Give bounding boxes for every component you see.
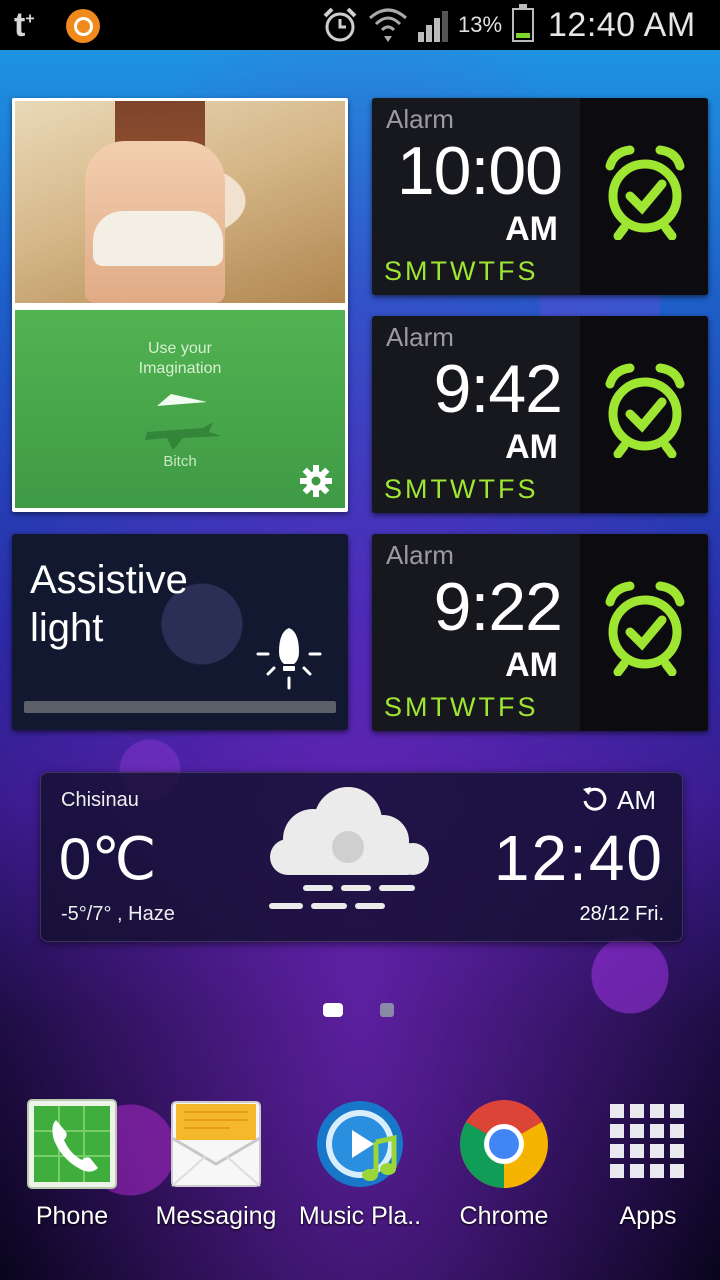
signal-icon [418,11,448,42]
weather-details: -5°/7° , Haze [61,903,175,925]
status-time: 12:40 AM [548,6,696,44]
alarm-time: 9:22 [433,569,563,645]
dock-phone[interactable]: Phone [0,1098,144,1231]
plane-shadow-icon [145,422,221,450]
weather-city: Chisinau [61,789,139,811]
alarm-clock-check-icon[interactable] [600,362,690,458]
battery-percent: 13% [458,12,503,37]
battery-icon [512,4,534,42]
dock-chrome[interactable]: Chrome [432,1098,576,1231]
alarm-label: Alarm [386,104,454,134]
alarm-label: Alarm [386,540,454,570]
quote-card[interactable]: Use your Imagination Bitch [15,310,345,508]
page-indicator-inactive[interactable] [380,1003,394,1017]
alarm-status-icon [323,7,357,42]
assistive-light-widget[interactable]: Assistive light [12,534,348,730]
alarm-time: 9:42 [433,351,563,427]
alarm-days: SMTWTFS [384,256,539,286]
weather-date: 28/12 Fri. [579,903,664,925]
alarm-time: 10:00 [396,133,563,209]
quote-line-2: Imagination [138,360,222,377]
dock-label-messaging: Messaging [155,1202,277,1230]
light-bulb-icon[interactable] [254,622,324,692]
weather-time: 12:40 [493,822,664,894]
paper-plane-icon [157,394,207,406]
status-bar[interactable]: t+ 13% 12:40 AM [0,0,720,50]
alarm-days: SMTWTFS [384,692,539,722]
dock-label-phone: Phone [35,1202,109,1230]
alarm-clock-check-icon[interactable] [600,580,690,676]
alarm-widget-3[interactable]: Alarm 9:22 AM SMTWTFS [372,534,708,731]
dock-label-apps: Apps [619,1202,677,1230]
haze-cloud-icon [269,787,429,909]
alarm-clock-check-icon[interactable] [600,144,690,240]
alarm-widget-1[interactable]: Alarm 10:00 AM SMTWTFS [372,98,708,295]
dock-apps[interactable]: Apps [576,1098,720,1231]
weather-temperature: 0℃ [59,827,157,892]
settings-gear-icon[interactable] [299,464,333,498]
alarm-ampm: AM [505,646,558,684]
alarm-ampm: AM [505,210,558,248]
photo-image[interactable] [15,101,345,303]
weather-clock-widget[interactable]: Chisinau 0℃ -5°/7° , Haze AM 12:40 28/12… [40,772,683,942]
apps-grid-icon[interactable] [602,1098,694,1190]
alarm-days: SMTWTFS [384,474,539,504]
assistive-light-title: Assistive light [30,558,188,650]
circle-app-icon [66,9,100,43]
quote-line-1: Use your [147,340,213,357]
light-level-bar[interactable] [24,701,336,713]
dock-label-chrome: Chrome [459,1202,549,1230]
messaging-icon[interactable] [170,1098,262,1190]
dock-label-music-player: Music Pla.. [298,1202,422,1230]
t-plus-icon: t+ [14,6,35,44]
page-indicator-active[interactable] [323,1003,343,1017]
chrome-icon[interactable] [458,1098,550,1190]
alarm-ampm: AM [505,428,558,466]
wifi-icon [369,8,407,42]
alarm-label: Alarm [386,322,454,352]
phone-icon[interactable] [26,1098,118,1190]
quote-line-3: Bitch [163,453,197,470]
alarm-widget-2[interactable]: Alarm 9:42 AM SMTWTFS [372,316,708,513]
music-player-icon[interactable] [314,1098,406,1190]
weather-ampm: AM [617,785,656,815]
photo-widget[interactable]: Use your Imagination Bitch [12,98,348,512]
dock-music-player[interactable]: Music Pla.. [288,1098,432,1231]
refresh-icon[interactable] [581,785,609,813]
dock-messaging[interactable]: Messaging [144,1098,288,1231]
